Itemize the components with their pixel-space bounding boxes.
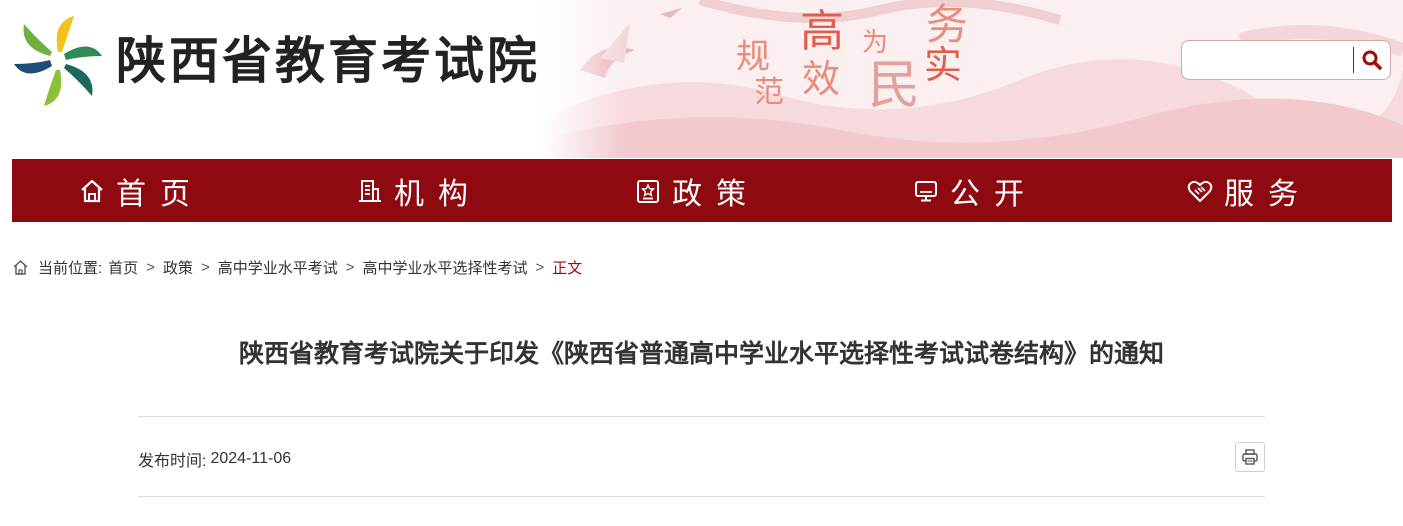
breadcrumb-current: 正文 <box>552 259 583 277</box>
nav-item-label: 服务 <box>1224 176 1312 212</box>
publish-date: 2024-11-06 <box>210 450 292 467</box>
breadcrumb-link-home[interactable]: 首页 <box>108 257 138 278</box>
nav-item-organization[interactable]: 机构 <box>356 159 482 222</box>
home-icon <box>81 179 103 202</box>
slogan-char: 务 <box>926 0 969 49</box>
main-nav: 首页 机构 政策 公开 服务 <box>12 159 1392 222</box>
nav-item-service[interactable]: 服务 <box>1186 159 1312 222</box>
divider <box>138 496 1265 497</box>
breadcrumb-separator: > <box>345 258 355 276</box>
search-divider <box>1353 47 1354 73</box>
slogan-char: 为 <box>862 28 889 58</box>
search-icon <box>1362 50 1382 70</box>
site-title[interactable]: 陕西省教育考试院 <box>116 28 540 94</box>
nav-item-policy[interactable]: 政策 <box>634 159 760 222</box>
document-star-icon <box>637 179 659 203</box>
search-box <box>1181 40 1391 80</box>
breadcrumb-link-selective-exam[interactable]: 高中学业水平选择性考试 <box>363 257 528 278</box>
breadcrumb-separator: > <box>146 258 155 276</box>
publish-label: 发布时间: <box>138 453 207 470</box>
slogan-char: 民 <box>868 56 921 116</box>
print-button[interactable] <box>1235 442 1265 472</box>
nav-item-label: 首页 <box>116 176 204 212</box>
home-outline-icon <box>13 259 28 275</box>
nav-item-label: 政策 <box>672 176 760 212</box>
search-button[interactable] <box>1356 45 1388 75</box>
breadcrumb-separator: > <box>200 258 210 276</box>
slogan-char: 实 <box>924 43 963 87</box>
search-input[interactable] <box>1190 47 1350 73</box>
breadcrumb-separator: > <box>535 258 545 276</box>
slogan-char: 规 <box>736 37 770 77</box>
building-icon <box>359 179 381 202</box>
publish-info: 发布时间: 2024-11-06 <box>138 447 291 471</box>
slogan-char: 高 <box>800 6 844 57</box>
nav-item-label: 机构 <box>394 176 482 212</box>
article-title: 陕西省教育考试院关于印发《陕西省普通高中学业水平选择性考试试卷结构》的通知 <box>238 339 1164 368</box>
slogan-char: 范 <box>754 75 784 110</box>
monitor-icon <box>915 180 937 201</box>
site-header: 陕西省教育考试院 规 范 高 效 为 民 务 实 <box>0 0 1403 158</box>
breadcrumb-prefix: 当前位置: <box>38 259 103 277</box>
nav-item-public[interactable]: 公开 <box>912 159 1038 222</box>
breadcrumb-link-policy[interactable]: 政策 <box>163 257 193 278</box>
nav-item-label: 公开 <box>950 176 1038 212</box>
pinwheel-logo-icon[interactable] <box>12 12 104 108</box>
handshake-heart-icon <box>1187 180 1213 202</box>
printer-icon <box>1242 449 1258 465</box>
slogan-char: 效 <box>802 57 841 101</box>
nav-item-home[interactable]: 首页 <box>78 159 204 222</box>
breadcrumb: 当前位置: 首页 > 政策 > 高中学业水平考试 > 高中学业水平选择性考试 >… <box>12 256 582 278</box>
breadcrumb-link-academic-exam[interactable]: 高中学业水平考试 <box>218 257 338 278</box>
divider <box>138 416 1265 417</box>
